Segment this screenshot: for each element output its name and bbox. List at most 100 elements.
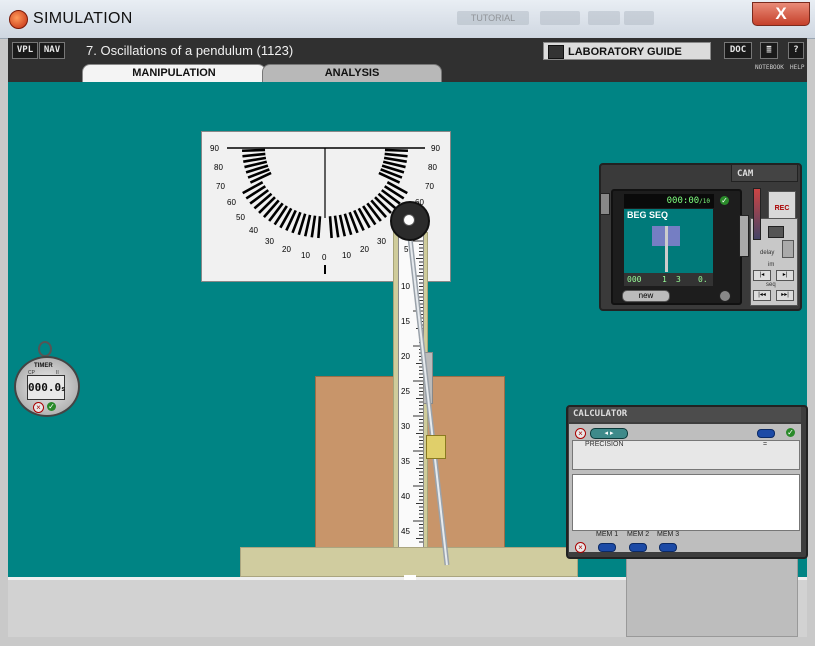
protractor-tick (268, 202, 284, 222)
close-button[interactable]: X (752, 2, 810, 26)
camera-side-slider[interactable] (739, 215, 749, 257)
camera-seq-prev-button[interactable]: |◂◂ (753, 290, 771, 301)
calculator-arrows-button[interactable]: ◂ ▸ (590, 428, 628, 439)
camera-switch[interactable] (768, 226, 784, 238)
prot-left-10: 10 (301, 251, 310, 260)
prot-left-30: 30 (265, 237, 274, 246)
prot-left-70: 70 (216, 182, 225, 191)
camera-beg-seq: BEG SEQ (627, 210, 669, 220)
mem-1-button[interactable] (598, 543, 616, 552)
timer-knob (38, 341, 52, 357)
camera-counter-left: 000 (627, 275, 642, 284)
camera-im-prev-button[interactable]: |◂ (753, 270, 771, 281)
book-icon (548, 45, 564, 59)
tutorial-button[interactable]: TUTORIAL (457, 11, 529, 25)
notebook-icon[interactable]: ≣ (760, 42, 778, 59)
timer-value: 000.0 (28, 381, 62, 394)
protractor-tick (383, 185, 405, 200)
nav-button[interactable]: NAV (39, 42, 65, 59)
prot-right-20: 20 (360, 245, 369, 254)
faded-button-4[interactable] (624, 11, 654, 25)
app-icon (9, 10, 28, 29)
camera-new-button[interactable]: new (622, 290, 670, 302)
mem-3-button[interactable] (659, 543, 677, 552)
mem-2-label: MEM 2 (627, 531, 650, 538)
protractor-tick (328, 216, 333, 239)
laboratory-guide-button[interactable]: LABORATORY GUIDE (543, 42, 711, 60)
timer-unit: s (61, 385, 66, 393)
protractor-tick (243, 156, 267, 163)
camera-time: 000:00/10 (624, 194, 714, 208)
camera-time-value: 000:00 (666, 196, 700, 206)
precision-label: PRECISION (585, 441, 624, 448)
camera-level-meter (753, 188, 761, 240)
calculator-stand (626, 555, 798, 637)
calculator-title[interactable]: CALCULATOR (569, 407, 801, 422)
protractor-tick (333, 215, 340, 238)
faded-button-3[interactable] (588, 11, 620, 25)
protractor-tick (253, 192, 273, 210)
prot-left-40: 40 (249, 226, 258, 235)
protractor-tick (317, 216, 322, 239)
window-title: SIMULATION (33, 10, 133, 27)
protractor-tick (377, 192, 397, 210)
calculator-blue-button[interactable] (757, 429, 775, 438)
protractor-tick (242, 148, 266, 153)
camera-im-label: im (768, 262, 775, 268)
help-label: HELP (790, 64, 805, 71)
protractor-tick (242, 181, 264, 195)
pendulum-rod[interactable] (395, 210, 465, 570)
doc-button[interactable]: DOC (724, 42, 752, 59)
camera-preview-rod (665, 226, 668, 272)
prot-right-80: 80 (428, 163, 437, 172)
base-pin (404, 575, 416, 580)
experiment-title: 7. Oscillations of a pendulum (1123) (86, 43, 294, 58)
pendulum-weight[interactable] (426, 435, 446, 459)
protractor-tick (370, 199, 388, 218)
record-button[interactable]: REC (768, 191, 796, 219)
calculator-clear-icon[interactable]: × (575, 428, 586, 439)
camera-counter-right: 0. (698, 275, 708, 284)
camera-seq-label: seq (766, 282, 776, 288)
mem-2-button[interactable] (629, 543, 647, 552)
camera-im-next-button[interactable]: ▸| (776, 270, 794, 281)
protractor-tick (310, 215, 317, 238)
protractor-tick (262, 199, 280, 218)
protractor-tick (338, 214, 347, 237)
prot-left-60: 60 (227, 198, 236, 207)
protractor-tick (242, 152, 266, 158)
timer-start-icon[interactable]: ✓ (47, 402, 56, 411)
timer-display: 000.0s (27, 375, 65, 400)
tab-analysis[interactable]: ANALYSIS (262, 64, 442, 82)
camera-knob[interactable] (719, 290, 731, 302)
prot-left-50: 50 (236, 213, 245, 222)
camera-tab[interactable]: CAM (731, 164, 798, 182)
protractor-tick (384, 152, 408, 158)
camera-left-handle[interactable] (600, 193, 610, 215)
calculator-ok-icon[interactable]: ✓ (786, 428, 795, 437)
tab-manipulation[interactable]: MANIPULATION (82, 64, 266, 82)
prot-left-20: 20 (282, 245, 291, 254)
vpl-button[interactable]: VPL (12, 42, 38, 59)
calculator-close-icon[interactable]: × (575, 542, 586, 553)
help-icon[interactable]: ? (788, 42, 804, 59)
mem-1-label: MEM 1 (596, 531, 619, 538)
camera-counter-mid1: 1 (662, 275, 667, 284)
camera-ok-icon[interactable]: ✓ (720, 196, 729, 205)
camera-counter: 000 1 3 0. (624, 273, 713, 286)
camera-delay-label: delay (760, 250, 775, 256)
camera-seq-next-button[interactable]: ▸▸| (776, 290, 794, 301)
timer-reset-icon[interactable]: × (33, 402, 44, 413)
prot-right-90: 90 (431, 144, 440, 153)
calculator-display[interactable] (572, 474, 800, 531)
camera-time-unit: /10 (699, 198, 710, 205)
protractor-tick (258, 196, 276, 214)
prot-right-10: 10 (342, 251, 351, 260)
camera-delay-stepper[interactable] (782, 240, 794, 258)
camera-counter-mid2: 3 (676, 275, 681, 284)
prot-center-0: 0 (322, 253, 327, 262)
prot-left-90: 90 (210, 144, 219, 153)
protractor-tick (380, 189, 401, 205)
protractor-tick (249, 189, 270, 205)
faded-button-2[interactable] (540, 11, 580, 25)
